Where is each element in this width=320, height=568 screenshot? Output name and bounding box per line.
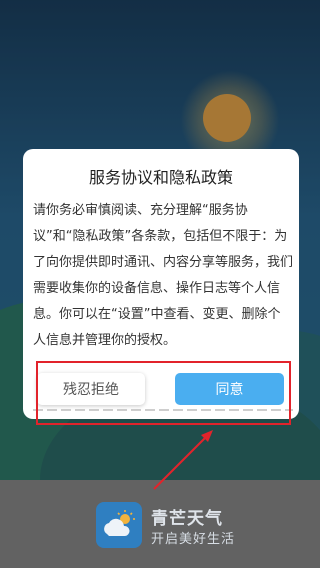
cloud-sun-icon (104, 510, 135, 536)
annotation-highlight-box (36, 361, 291, 425)
app-name: 青芒天气 (151, 509, 223, 529)
dialog-body-text[interactable]: 请你务必审慎阅读、充分理解“服务协议”和“隐私政策”各条款，包括但不限于：为了向… (33, 198, 293, 354)
app-icon (96, 502, 142, 548)
dialog-title: 服务协议和隐私政策 (88, 168, 233, 187)
app-slogan: 开启美好生活 (151, 532, 236, 547)
